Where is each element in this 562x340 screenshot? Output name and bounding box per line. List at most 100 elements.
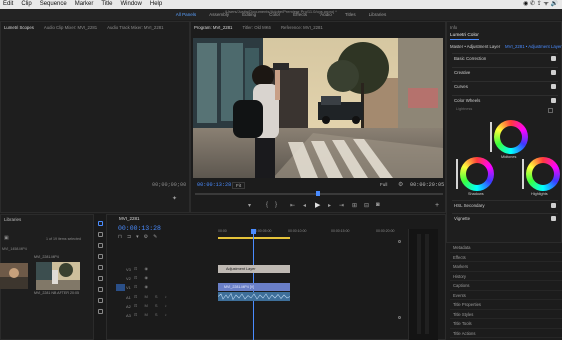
tab-audio-track-mixer[interactable]: Audio Track Mixer: MVI_2281 (107, 25, 163, 30)
program-video-frame[interactable] (193, 38, 443, 178)
in-point-icon[interactable]: { (266, 202, 268, 208)
panel-title-tools[interactable]: Title Tools (450, 319, 562, 329)
shadows-slider[interactable] (456, 159, 458, 189)
system-status-icons[interactable]: ◉ ✆ ⇪ ᯤ 🔊 (523, 0, 558, 9)
menu-window[interactable]: Window (121, 0, 142, 9)
section-enable-checkbox[interactable] (551, 203, 556, 208)
timeline-timecode[interactable]: 00:00:13:28 (118, 225, 161, 232)
highlights-wheel[interactable] (526, 157, 560, 191)
source-settings-icon[interactable]: ✦ (172, 195, 177, 202)
tab-titler[interactable]: Titler: Old MK6 (242, 25, 271, 30)
shadows-wheel[interactable] (460, 157, 494, 191)
section-enable-checkbox[interactable] (551, 216, 556, 221)
track-a1[interactable]: A1 (126, 295, 131, 300)
track-a2[interactable]: A2 (126, 304, 131, 309)
highlights-slider[interactable] (522, 159, 524, 189)
panel-title-properties[interactable]: Title Properties (450, 300, 562, 310)
timeline-scroll-handle[interactable] (398, 240, 401, 243)
pen-tool-icon[interactable] (98, 287, 103, 292)
tab-audio-clip-mixer[interactable]: Audio Clip Mixer: MVI_2281 (44, 25, 97, 30)
source-patch-v1[interactable] (116, 284, 125, 291)
play-icon[interactable]: ▶ (315, 201, 320, 209)
project-title[interactable]: Libraries (4, 217, 21, 222)
folder-icon[interactable]: ▣ (4, 235, 9, 241)
program-playhead[interactable] (316, 191, 320, 196)
overwrite-icon[interactable]: ⊟ (364, 202, 369, 209)
section-creative[interactable]: Creative (452, 67, 558, 77)
step-back-icon[interactable]: ◂ (303, 202, 306, 209)
panel-captions[interactable]: Captions (450, 281, 562, 291)
work-area-bar[interactable] (218, 237, 290, 239)
wrench-icon[interactable]: ⚙ (398, 181, 403, 188)
midtones-wheel[interactable] (494, 120, 528, 154)
section-hsl-secondary[interactable]: HSL Secondary (452, 200, 558, 210)
menu-help[interactable]: Help (150, 0, 162, 9)
clip-adjustment-layer[interactable]: Adjustment Layer (218, 265, 290, 273)
track-select-tool-icon[interactable] (98, 232, 103, 237)
section-enable-checkbox[interactable] (551, 56, 556, 61)
slip-tool-icon[interactable] (98, 276, 103, 281)
panel-metadata[interactable]: Metadata (450, 243, 562, 253)
panel-markers[interactable]: Markers (450, 262, 562, 272)
clip-audio-waveform[interactable] (218, 292, 290, 301)
panel-history[interactable]: History (450, 272, 562, 281)
marker-icon[interactable]: ▾ (248, 202, 251, 209)
timeline-toggles[interactable]: ⊓⊐▾⚙✎ (118, 234, 162, 240)
lumetri-master[interactable]: Master • Adjustment Layer (450, 44, 500, 49)
section-vignette[interactable]: Vignette (452, 213, 558, 223)
hand-tool-icon[interactable] (98, 298, 103, 303)
menu-title[interactable]: Title (101, 0, 112, 9)
workspace-titles[interactable]: Titles (345, 12, 356, 17)
insert-icon[interactable]: ⊞ (352, 202, 357, 209)
tab-program[interactable]: Program: MVI_2281 (194, 25, 232, 30)
out-point-icon[interactable]: } (275, 202, 277, 208)
quality-select[interactable]: Full (380, 182, 387, 187)
v2-controls[interactable]: ⊡ ◉ (134, 275, 151, 280)
panel-title-actions[interactable]: Title Actions (450, 329, 562, 338)
section-color-wheels[interactable]: Color Wheels (452, 95, 558, 105)
program-timecode[interactable]: 00:00:13:28 (197, 182, 231, 188)
menu-sequence[interactable]: Sequence (40, 0, 67, 9)
zoom-select[interactable]: Fit (232, 182, 246, 189)
menu-clip[interactable]: Clip (21, 0, 31, 9)
clip-video[interactable]: MVI_2281.MP4 [V] (218, 283, 290, 291)
timeline-scroll-handle[interactable] (398, 316, 401, 319)
export-frame-icon[interactable]: ◙ (376, 202, 380, 208)
thumbnail-2[interactable] (36, 262, 80, 290)
ripple-edit-tool-icon[interactable] (98, 243, 103, 248)
go-to-in-icon[interactable]: ⇤ (290, 202, 295, 209)
menu-edit[interactable]: Edit (3, 0, 13, 9)
workspace-all-panels[interactable]: All Panels (176, 12, 196, 17)
lumetri-title[interactable]: Lumetri Color (450, 33, 479, 40)
panel-effects[interactable]: Effects (450, 253, 562, 262)
v3-controls[interactable]: ⊡ ◉ (134, 266, 151, 271)
playhead-handle[interactable] (251, 229, 256, 234)
selection-tool-icon[interactable] (98, 221, 103, 226)
midtones-slider[interactable] (490, 122, 492, 152)
panel-title-styles[interactable]: Title Styles (450, 310, 562, 319)
section-enable-checkbox[interactable] (551, 84, 556, 89)
workspace-libraries[interactable]: Libraries (369, 12, 387, 17)
thumbnail-1[interactable] (0, 263, 28, 289)
lumetri-clip[interactable]: MVI_2281 • Adjustment Layer (505, 44, 562, 49)
menu-marker[interactable]: Marker (75, 0, 94, 9)
track-a3[interactable]: A3 (126, 313, 131, 318)
a3-controls[interactable]: ⊡ M S ♪ (134, 312, 170, 317)
track-v2[interactable]: V2 (126, 276, 131, 281)
track-v3[interactable]: V3 (126, 267, 131, 272)
section-curves[interactable]: Curves (452, 81, 558, 91)
step-forward-icon[interactable]: ▸ (328, 202, 331, 209)
type-tool-icon[interactable] (98, 309, 103, 314)
go-to-out-icon[interactable]: ⇥ (339, 202, 344, 209)
a2-controls[interactable]: ⊡ M S ♪ (134, 303, 170, 308)
v1-controls[interactable]: ⊡ ◉ (134, 284, 151, 289)
track-v1[interactable]: V1 (126, 285, 131, 290)
section-enable-checkbox[interactable] (551, 70, 556, 75)
a1-controls[interactable]: ⊡ M S ♪ (134, 294, 170, 299)
rolling-edit-tool-icon[interactable] (98, 254, 103, 259)
section-enable-checkbox[interactable] (551, 98, 556, 103)
panel-events[interactable]: Events (450, 291, 562, 300)
tab-info[interactable]: Info (450, 25, 457, 30)
tab-reference[interactable]: Reference: MVI_2281 (281, 25, 323, 30)
razor-tool-icon[interactable] (98, 265, 103, 270)
